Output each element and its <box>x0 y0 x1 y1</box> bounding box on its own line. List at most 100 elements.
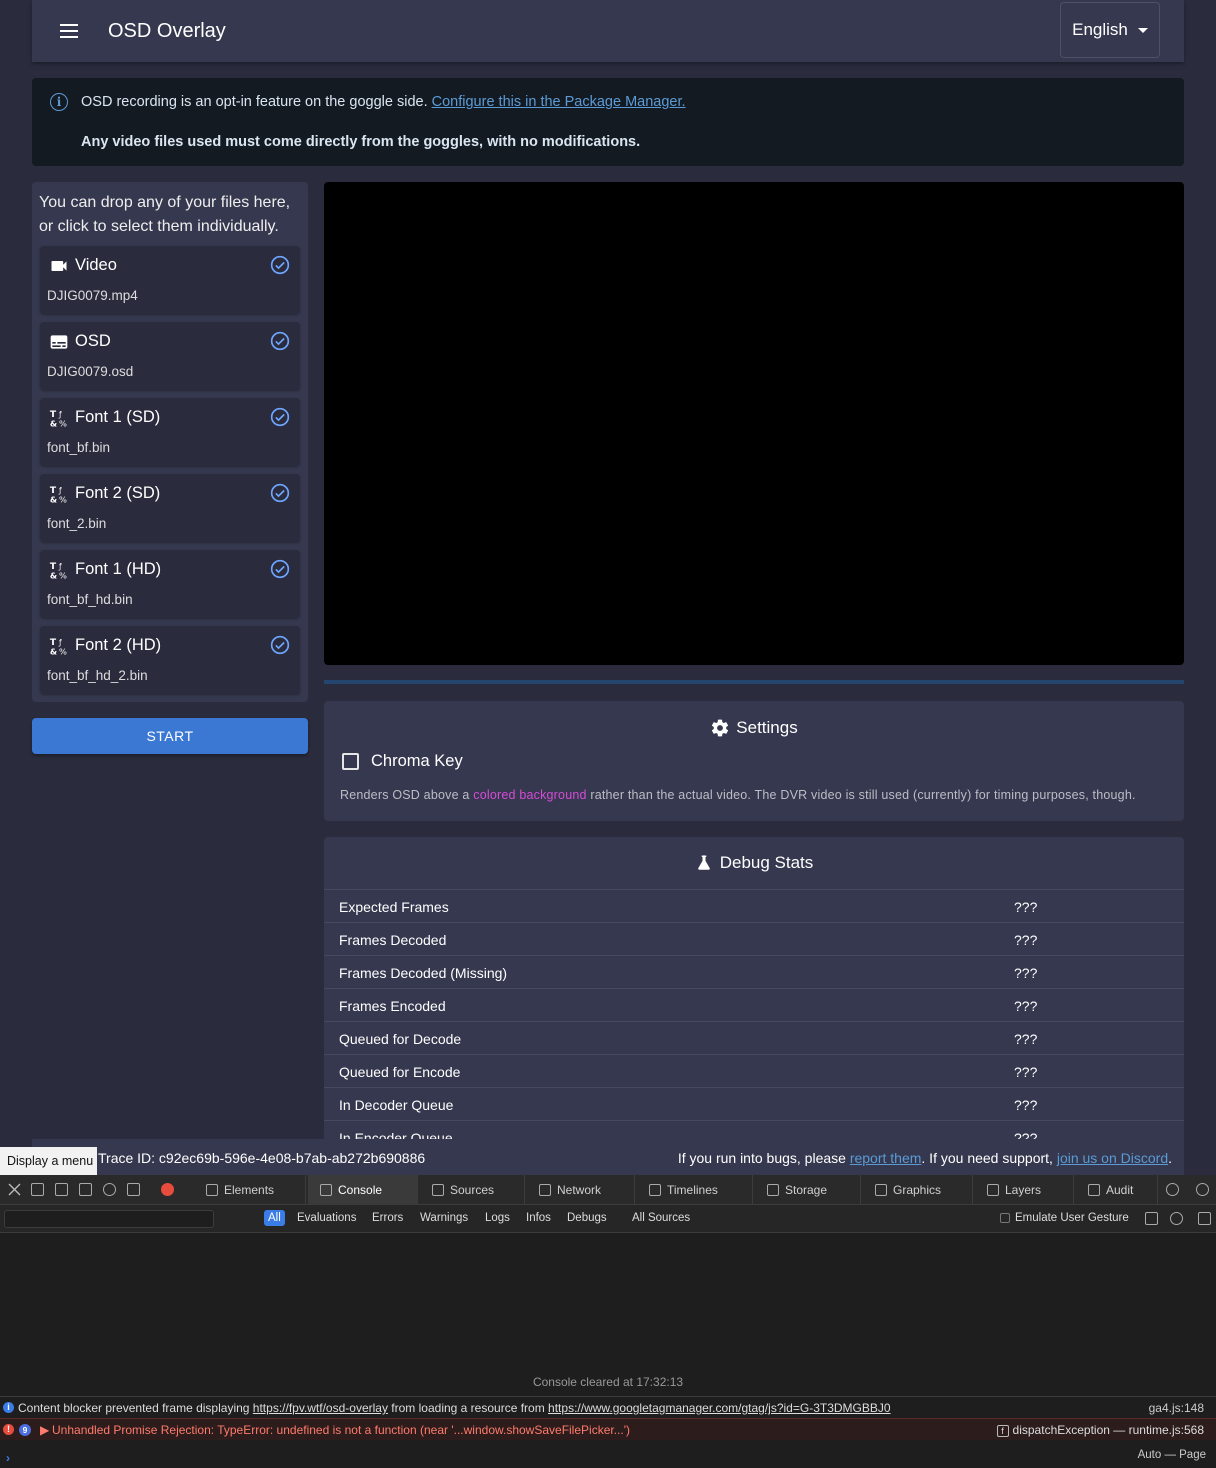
timelines-icon <box>649 1184 661 1196</box>
refresh-icon[interactable] <box>1170 1212 1183 1225</box>
chroma-key-checkbox[interactable] <box>342 753 359 770</box>
dock-right-icon[interactable] <box>55 1183 68 1196</box>
console-filter-evaluations[interactable]: Evaluations <box>297 1212 356 1224</box>
debug-row: In Decoder Queue??? <box>324 1087 1184 1120</box>
debug-key: Frames Decoded <box>339 932 447 948</box>
context-selector[interactable]: Auto — Page <box>1138 1449 1206 1461</box>
svg-text:%: % <box>59 570 67 580</box>
app-title: OSD Overlay <box>108 19 226 42</box>
console-filter-all-sources[interactable]: All Sources <box>632 1212 690 1224</box>
video-preview <box>324 182 1184 665</box>
file-card-font-2-hd[interactable]: Tƒ &% Font 2 (HD) font_bf_hd_2.bin <box>40 626 300 694</box>
devtools-tab-timelines[interactable]: Timelines <box>637 1175 753 1205</box>
app-bar: OSD Overlay English <box>32 0 1184 62</box>
emulate-user-gesture[interactable]: Emulate User Gesture <box>1000 1212 1129 1224</box>
debug-row: Frames Decoded (Missing)??? <box>324 955 1184 988</box>
debug-value: ??? <box>1014 899 1038 915</box>
debug-row: Queued for Encode??? <box>324 1054 1184 1087</box>
devtools-tab-sources[interactable]: Sources <box>420 1175 525 1205</box>
console-filter-warnings[interactable]: Warnings <box>420 1212 468 1224</box>
report-bugs-link[interactable]: report them <box>850 1150 922 1166</box>
devtools-tab-elements[interactable]: Elements <box>194 1175 306 1205</box>
debug-row: Queued for Decode??? <box>324 1021 1184 1054</box>
package-manager-link[interactable]: Configure this in the Package Manager. <box>432 94 686 110</box>
devtools-tab-network[interactable]: Network <box>527 1175 635 1205</box>
console-filter-infos[interactable]: Infos <box>526 1212 551 1224</box>
debug-row: Frames Decoded??? <box>324 922 1184 955</box>
svg-text:&: & <box>50 494 57 504</box>
svg-text:&: & <box>50 646 57 656</box>
debug-stats-panel: Debug Stats Expected Frames??? Frames Dec… <box>324 837 1184 1139</box>
debug-value: ??? <box>1014 1031 1038 1047</box>
console-filter-input[interactable] <box>4 1210 214 1228</box>
expand-triangle-icon[interactable]: ▶ <box>40 1423 49 1437</box>
file-card-font-1-sd[interactable]: Tƒ &% Font 1 (SD) font_bf.bin <box>40 398 300 466</box>
inspect-icon[interactable] <box>103 1183 116 1196</box>
devtools-tab-graphics[interactable]: Graphics <box>863 1175 973 1205</box>
discord-link[interactable]: join us on Discord <box>1057 1150 1168 1166</box>
devtools-tab-console[interactable]: Console <box>308 1175 418 1205</box>
debug-key: In Decoder Queue <box>339 1097 454 1113</box>
debug-key: Queued for Decode <box>339 1031 462 1047</box>
console-prompt-icon[interactable]: › <box>6 1451 10 1465</box>
subtitles-icon <box>49 332 69 352</box>
drop-hint: You can drop any of your files here, or … <box>39 194 291 235</box>
debug-value: ??? <box>1014 1064 1038 1080</box>
debug-header: Debug Stats <box>324 853 1184 873</box>
device-icon[interactable] <box>127 1183 140 1196</box>
toggle-icon[interactable] <box>1145 1212 1158 1225</box>
gear-icon[interactable] <box>1196 1183 1209 1196</box>
console-filter-debugs[interactable]: Debugs <box>567 1212 607 1224</box>
graphics-icon <box>875 1184 887 1196</box>
console-error-message[interactable]: ! 9 ▶ Unhandled Promise Rejection: TypeE… <box>0 1418 1216 1440</box>
storage-icon <box>767 1184 779 1196</box>
file-card-title: OSD <box>75 332 111 350</box>
support-text: If you run into bugs, please report them… <box>677 1150 1172 1166</box>
error-source[interactable]: f dispatchException — runtime.js:568 <box>996 1423 1204 1437</box>
file-name: font_2.bin <box>47 516 107 531</box>
debug-key: In Encoder Queue <box>339 1130 453 1139</box>
devtools-tab-storage[interactable]: Storage <box>755 1175 861 1205</box>
console-filter-logs[interactable]: Logs <box>485 1212 510 1224</box>
check-circle-icon <box>270 483 290 503</box>
check-circle-icon <box>270 407 290 427</box>
info-alert: i OSD recording is an opt-in feature on … <box>32 78 1184 166</box>
error-indicator-icon[interactable] <box>161 1183 174 1196</box>
file-card-osd[interactable]: OSD DJIG0079.osd <box>40 322 300 390</box>
chroma-key-description: Renders OSD above a colored background r… <box>340 788 1136 802</box>
file-card-video[interactable]: Video DJIG0079.mp4 <box>40 246 300 314</box>
console-source-link[interactable]: ga4.js:148 <box>1149 1401 1204 1415</box>
caret-down-icon <box>1137 27 1148 33</box>
file-drop-zone[interactable]: You can drop any of your files here, or … <box>32 182 308 702</box>
devtools-tab-audit[interactable]: Audit <box>1076 1175 1158 1205</box>
info-badge-icon: i <box>3 1402 14 1413</box>
console-url-link[interactable]: https://fpv.wtf/osd-overlay <box>253 1401 388 1415</box>
check-circle-icon <box>270 331 290 351</box>
flask-icon <box>697 855 710 870</box>
file-name: DJIG0079.osd <box>47 364 134 379</box>
devtools-tab-layers[interactable]: Layers <box>975 1175 1074 1205</box>
repeat-count-badge: 9 <box>19 1424 31 1436</box>
detach-icon[interactable] <box>79 1183 92 1196</box>
chroma-key-toggle[interactable]: Chroma Key <box>342 752 463 771</box>
info-icon: i <box>50 93 68 111</box>
dock-left-icon[interactable] <box>31 1183 44 1196</box>
check-circle-icon <box>270 559 290 579</box>
footer: Trace ID: c92ec69b-596e-4e08-b7ab-ab272b… <box>32 1139 1184 1175</box>
menu-button[interactable] <box>54 16 84 46</box>
file-card-font-2-sd[interactable]: Tƒ &% Font 2 (SD) font_2.bin <box>40 474 300 542</box>
debug-key: Frames Encoded <box>339 998 446 1014</box>
trash-icon[interactable] <box>1198 1212 1211 1225</box>
language-select[interactable]: English <box>1060 2 1160 58</box>
console-filter-all[interactable]: All <box>264 1210 285 1226</box>
settings-header: Settings <box>324 718 1184 738</box>
file-card-font-1-hd[interactable]: Tƒ &% Font 1 (HD) font_bf_hd.bin <box>40 550 300 618</box>
settings-title: Settings <box>736 718 798 737</box>
console-filter-errors[interactable]: Errors <box>372 1212 403 1224</box>
start-button[interactable]: START <box>32 718 308 754</box>
tooltip: Display a menu <box>0 1147 97 1175</box>
close-devtools-icon[interactable] <box>8 1183 21 1196</box>
search-icon[interactable] <box>1166 1183 1179 1196</box>
trace-id: Trace ID: c92ec69b-596e-4e08-b7ab-ab272b… <box>98 1150 426 1166</box>
console-url-link[interactable]: https://www.googletagmanager.com/gtag/js… <box>548 1401 891 1415</box>
